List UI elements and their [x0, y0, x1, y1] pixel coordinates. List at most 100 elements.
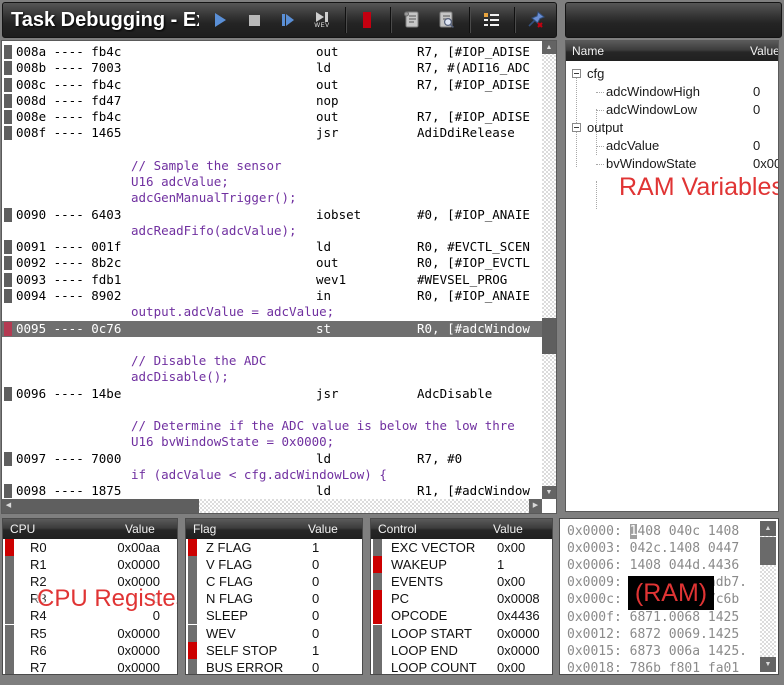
blank-row[interactable] — [2, 402, 542, 418]
source-row[interactable]: adcDisable(); — [2, 369, 542, 385]
ram-memory-panel[interactable]: 0x0000: 1408 040c 14080x0003: 042c.1408 … — [559, 518, 779, 675]
code-row[interactable]: 0092 ---- 8b2coutR0, [#IOP_EVCTL — [2, 255, 542, 271]
flag-row[interactable]: N FLAG0 — [186, 590, 362, 607]
source-row[interactable]: U16 adcValue; — [2, 174, 542, 190]
code-row[interactable]: 008d ---- fd47nop — [2, 93, 542, 109]
flag-row[interactable]: SELF STOP1 — [186, 642, 362, 659]
source-row[interactable]: adcReadFifo(adcValue); — [2, 223, 542, 239]
tree-item-output[interactable]: output — [566, 119, 778, 137]
control-register-row[interactable]: OPCODE0x4436 — [371, 607, 552, 624]
value-column-header[interactable]: Value — [493, 519, 523, 539]
code-row[interactable]: 0091 ---- 001fldR0, #EVCTL_SCEN — [2, 239, 542, 255]
breakpoint-gutter-marker[interactable] — [4, 273, 12, 287]
memory-line[interactable]: 0x0000: 1408 040c 1408 — [567, 523, 739, 540]
cpu-register-row[interactable]: R20x0000 — [3, 573, 177, 590]
breakpoint-gutter-marker[interactable] — [4, 256, 12, 270]
cpu-register-row[interactable]: R60x0000 — [3, 642, 177, 659]
code-row[interactable]: 0096 ---- 14bejsrAdcDisable — [2, 386, 542, 402]
code-row[interactable]: 008b ---- 7003ldR7, #(ADI16_ADC — [2, 60, 542, 76]
memory-line[interactable]: 0x0012: 6872 0069.1425 — [567, 626, 739, 643]
flag-row[interactable]: WEV0 — [186, 625, 362, 642]
source-row[interactable]: // Disable the ADC — [2, 353, 542, 369]
breakpoint-gutter-marker[interactable] — [4, 61, 12, 75]
scroll-down-button[interactable]: ▼ — [542, 486, 556, 499]
memory-scrollbar[interactable]: ▲ ▼ — [760, 521, 776, 672]
flag-row[interactable]: V FLAG0 — [186, 556, 362, 573]
code-row[interactable]: 0098 ---- 1875ldR1, [#adcWindow — [2, 483, 542, 499]
control-register-row[interactable]: LOOP END0x0000 — [371, 642, 552, 659]
horizontal-scroll-thumb[interactable] — [15, 499, 199, 513]
code-horizontal-scrollbar[interactable]: ◀ ▶ — [2, 499, 542, 513]
tree-item-bvWindowState[interactable]: bvWindowState0x0000 — [566, 155, 778, 173]
cpu-register-row[interactable]: R50x0000 — [3, 625, 177, 642]
code-row[interactable]: 0095 ---- 0c76stR0, [#adcWindow — [2, 321, 542, 337]
code-row[interactable]: 0090 ---- 6403iobset#0, [#IOP_ANAIE — [2, 207, 542, 223]
control-register-row[interactable]: EVENTS0x00 — [371, 573, 552, 590]
control-register-row[interactable]: LOOP COUNT0x00 — [371, 659, 552, 675]
breakpoint-gutter-marker[interactable] — [4, 387, 12, 401]
memory-line[interactable]: 0x000f: 6871.0068 1425 — [567, 609, 739, 626]
script-icon[interactable] — [399, 7, 425, 33]
breakpoint-gutter-marker[interactable] — [4, 240, 12, 254]
code-row[interactable]: 0094 ---- 8902inR0, [#IOP_ANAIE — [2, 288, 542, 304]
source-row[interactable]: U16 bvWindowState = 0x0000; — [2, 434, 542, 450]
blank-row[interactable] — [2, 142, 542, 158]
scroll-up-button[interactable]: ▲ — [760, 521, 776, 536]
source-row[interactable]: // Sample the sensor — [2, 158, 542, 174]
memory-line[interactable]: 0x0018: 786b f801 fa01 — [567, 660, 739, 675]
source-row[interactable]: output.adcValue = adcValue; — [2, 304, 542, 320]
cpu-register-row[interactable]: R10x0000 — [3, 556, 177, 573]
code-row[interactable]: 008f ---- 1465jsrAdiDdiRelease — [2, 125, 542, 141]
code-row[interactable]: 0093 ---- fdb1wev1#WEVSEL_PROG — [2, 272, 542, 288]
halt-icon[interactable] — [354, 7, 380, 33]
control-column-header[interactable]: Control — [378, 519, 417, 539]
code-row[interactable]: 0097 ---- 7000ldR7, #0 — [2, 451, 542, 467]
cpu-register-row[interactable]: R40 — [3, 607, 177, 624]
scroll-left-button[interactable]: ◀ — [2, 499, 15, 513]
value-column-header[interactable]: Value — [125, 519, 155, 539]
breakpoint-gutter-marker[interactable] — [4, 45, 12, 59]
breakpoint-gutter-marker[interactable] — [4, 208, 12, 222]
scroll-down-button[interactable]: ▼ — [760, 657, 776, 672]
flag-row[interactable]: SLEEP0 — [186, 607, 362, 624]
source-row[interactable]: if (adcValue < cfg.adcWindowLow) { — [2, 467, 542, 483]
breakpoint-gutter-marker[interactable] — [4, 322, 12, 336]
source-row[interactable]: // Determine if the ADC value is below t… — [2, 418, 542, 434]
tree-item-adcValue[interactable]: adcValue0 — [566, 137, 778, 155]
flag-column-header[interactable]: Flag — [193, 519, 216, 539]
breakpoint-gutter-marker[interactable] — [4, 78, 12, 92]
tree-item-cfg[interactable]: cfg — [566, 65, 778, 83]
run-icon[interactable] — [207, 7, 233, 33]
breakpoint-gutter-marker[interactable] — [4, 94, 12, 108]
script-search-icon[interactable] — [433, 7, 459, 33]
code-row[interactable]: 008a ---- fb4coutR7, [#IOP_ADISE — [2, 44, 542, 60]
collapse-expander-icon[interactable] — [572, 123, 581, 132]
stop-icon[interactable] — [241, 7, 267, 33]
breakpoint-gutter-marker[interactable] — [4, 452, 12, 466]
code-row[interactable]: 008c ---- fb4coutR7, [#IOP_ADISE — [2, 77, 542, 93]
memory-scroll-thumb[interactable] — [760, 537, 776, 565]
value-column-header[interactable]: Value — [308, 519, 338, 539]
flag-row[interactable]: BUS ERROR0 — [186, 659, 362, 675]
code-vertical-scrollbar[interactable]: ▲ ▼ — [542, 41, 556, 499]
breakpoint-gutter-marker[interactable] — [4, 289, 12, 303]
cpu-register-row[interactable]: R70x0000 — [3, 659, 177, 675]
cpu-register-row[interactable]: R30 — [3, 590, 177, 607]
control-register-row[interactable]: WAKEUP1 — [371, 556, 552, 573]
cpu-register-row[interactable]: R00x00aa — [3, 539, 177, 556]
breakpoint-gutter-marker[interactable] — [4, 484, 12, 498]
memory-line[interactable]: 0x0003: 042c.1408 0447 — [567, 540, 739, 557]
breakpoint-gutter-marker[interactable] — [4, 126, 12, 140]
scroll-right-button[interactable]: ▶ — [529, 499, 542, 513]
unpin-icon[interactable] — [523, 7, 549, 33]
control-register-row[interactable]: PC0x0008 — [371, 590, 552, 607]
value-column-header[interactable]: Value — [750, 41, 779, 61]
log-icon[interactable] — [478, 7, 504, 33]
flag-row[interactable]: C FLAG0 — [186, 573, 362, 590]
name-column-header[interactable]: Name — [572, 41, 604, 61]
scroll-up-button[interactable]: ▲ — [542, 41, 556, 54]
code-row[interactable]: 008e ---- fb4coutR7, [#IOP_ADISE — [2, 109, 542, 125]
flag-row[interactable]: Z FLAG1 — [186, 539, 362, 556]
control-register-row[interactable]: EXC VECTOR0x00 — [371, 539, 552, 556]
blank-row[interactable] — [2, 337, 542, 353]
